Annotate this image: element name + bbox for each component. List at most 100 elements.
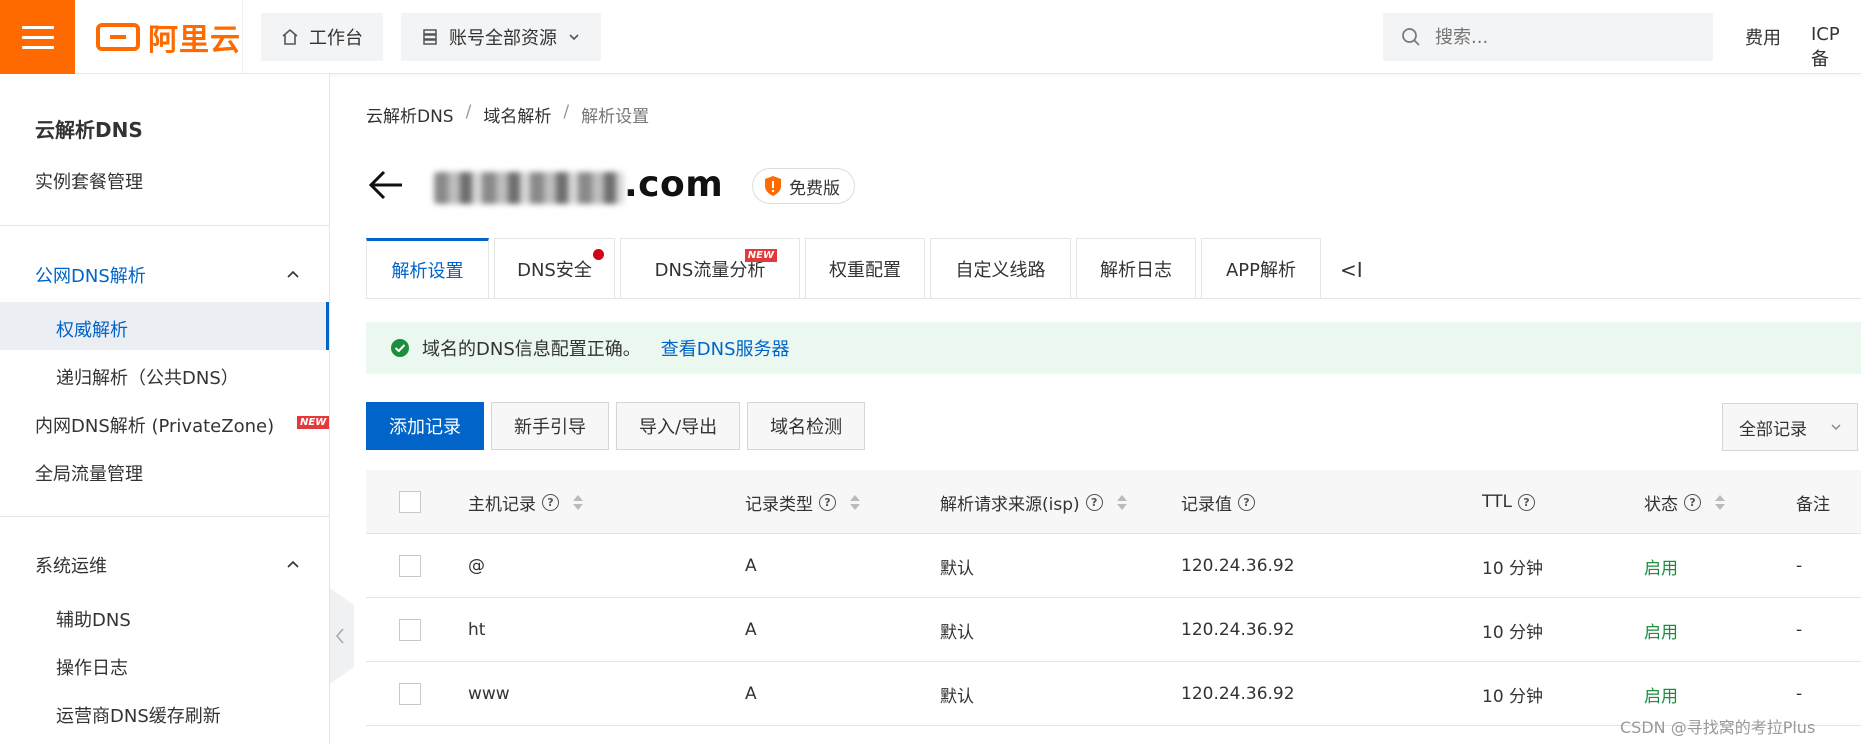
col-isp-label: 解析请求来源(isp) [940,494,1080,515]
domain-check-button[interactable]: 域名检测 [747,402,866,450]
sidebar-title: 云解析DNS [35,118,143,142]
fees-link[interactable]: 费用 [1745,24,1781,50]
plan-label: 免费版 [789,178,840,199]
tab-app-resolution[interactable]: APP解析 [1201,238,1321,299]
col-type[interactable]: 记录类型 ? [745,470,860,534]
col-status[interactable]: 状态 ? [1644,470,1725,534]
sidebar-divider [0,225,329,226]
tab-dns-security[interactable]: DNS安全 [494,238,615,299]
tab-dns-traffic[interactable]: DNS流量分析 NEW [620,238,800,299]
menu-icon[interactable] [0,0,75,74]
sidebar-item-authoritative[interactable]: 权威解析 [56,316,128,342]
tab-label: 解析设置 [391,261,464,282]
chevron-down-icon [569,34,579,41]
help-icon[interactable]: ? [1085,493,1103,511]
sidebar-item-global-traffic[interactable]: 全局流量管理 [35,460,143,486]
new-badge: NEW [744,249,777,262]
col-host[interactable]: 主机记录 ? [468,470,583,534]
icp-link[interactable]: ICP 备 [1811,24,1861,71]
plan-badge: 免费版 [752,168,855,204]
breadcrumb-sep: / [563,102,570,122]
cell-type: A [745,556,757,576]
help-icon[interactable]: ? [819,493,836,511]
col-isp[interactable]: 解析请求来源(isp) ? [940,470,1127,534]
tab-resolution-settings[interactable]: 解析设置 [366,238,489,299]
sidebar-collapse-handle[interactable] [330,588,354,684]
breadcrumb: 云解析DNS / 域名解析 / 解析设置 [366,102,649,127]
tab-label: 自定义线路 [955,260,1046,281]
cell-type: A [745,684,757,704]
tab-custom-line[interactable]: 自定义线路 [930,238,1071,299]
col-value: 记录值 ? [1181,470,1255,534]
chevron-up-icon[interactable] [285,266,301,282]
sidebar-item-aux-dns[interactable]: 辅助DNS [56,606,131,632]
check-circle-icon [391,339,409,357]
search-box[interactable] [1383,13,1713,61]
sidebar-item-op-log[interactable]: 操作日志 [56,654,128,680]
col-remark: 备注 [1796,470,1830,534]
resources-dropdown[interactable]: 账号全部资源 [401,13,601,61]
sort-icon[interactable] [573,494,583,510]
sidebar: 云解析DNS 实例套餐管理 公网DNS解析 权威解析 递归解析（公共DNS） 内… [0,74,330,744]
breadcrumb-domain-resolution[interactable]: 域名解析 [483,102,551,127]
breadcrumb-sep: / [465,102,472,122]
tab-label: 解析日志 [1100,260,1172,281]
cell-value: 120.24.36.92 [1181,684,1295,704]
select-all-checkbox[interactable] [399,491,421,513]
sidebar-item-recursive[interactable]: 递归解析（公共DNS） [56,364,239,390]
cell-status: 启用 [1644,622,1678,643]
tab-weight-config[interactable]: 权重配置 [805,238,925,299]
add-record-button[interactable]: 添加记录 [366,402,484,450]
sidebar-group-ops[interactable]: 系统运维 [35,552,107,578]
help-icon[interactable]: ? [1517,493,1535,511]
row-checkbox[interactable] [399,619,421,641]
sort-icon[interactable] [850,494,860,510]
help-icon[interactable]: ? [542,493,559,511]
chevron-up-icon[interactable] [285,556,301,572]
sort-icon[interactable] [1116,494,1127,510]
col-remark-label: 备注 [1796,494,1830,515]
notice-text: 域名的DNS信息配置正确。 [422,339,641,360]
breadcrumb-root[interactable]: 云解析DNS [366,102,454,127]
cell-host: ht [468,620,486,640]
logo[interactable]: 阿里云 [96,18,241,58]
tab-bar: 解析设置 DNS安全 DNS流量分析 NEW 权重配置 自定义线路 解析日志 AP… [366,238,1326,299]
watermark: CSDN @寻找窝的考拉Plus [1620,718,1816,737]
records-table: 主机记录 ? 记录类型 ? 解析请求来源(isp) ? 记录值 ? TTL ? … [366,470,1861,726]
cell-remark: - [1796,556,1803,576]
chevron-left-icon [335,628,344,644]
view-dns-servers-link[interactable]: 查看DNS服务器 [661,335,790,361]
row-checkbox[interactable] [399,555,421,577]
col-type-label: 记录类型 [745,494,813,515]
cell-ttl: 10 分钟 [1482,622,1544,643]
back-arrow-icon[interactable] [366,165,406,205]
sidebar-item-instance-mgmt[interactable]: 实例套餐管理 [35,168,143,194]
domain-redacted-mask [434,172,624,204]
help-icon[interactable]: ? [1238,493,1255,511]
record-filter-select[interactable]: 全部记录 [1722,403,1858,451]
guide-button[interactable]: 新手引导 [491,402,609,450]
row-checkbox[interactable] [399,683,421,705]
workbench-button[interactable]: 工作台 [261,13,383,61]
tab-collapse-button[interactable]: <I [1340,258,1363,282]
table-row: @ A 默认 120.24.36.92 10 分钟 启用 - [366,534,1861,598]
cell-isp: 默认 [940,622,974,643]
search-input[interactable] [1435,26,1695,48]
import-export-button[interactable]: 导入/导出 [616,402,741,450]
record-filter-value: 全部记录 [1739,419,1807,440]
sidebar-group-public-dns[interactable]: 公网DNS解析 [35,262,146,288]
stack-icon [423,29,437,45]
workbench-label: 工作台 [309,28,363,49]
tab-resolution-log[interactable]: 解析日志 [1076,238,1196,299]
sidebar-item-isp-cache[interactable]: 运营商DNS缓存刷新 [56,702,221,728]
sidebar-item-private-dns[interactable]: 内网DNS解析 (PrivateZone) [35,412,274,438]
logo-text: 阿里云 [148,23,241,58]
col-value-label: 记录值 [1181,494,1232,515]
resources-label: 账号全部资源 [449,28,557,49]
sidebar-divider [0,516,329,517]
help-icon[interactable]: ? [1684,493,1701,511]
dns-config-notice: 域名的DNS信息配置正确。 查看DNS服务器 [366,322,1861,374]
alert-dot [593,249,604,260]
sort-icon[interactable] [1715,494,1725,510]
tab-label: 权重配置 [829,260,901,281]
